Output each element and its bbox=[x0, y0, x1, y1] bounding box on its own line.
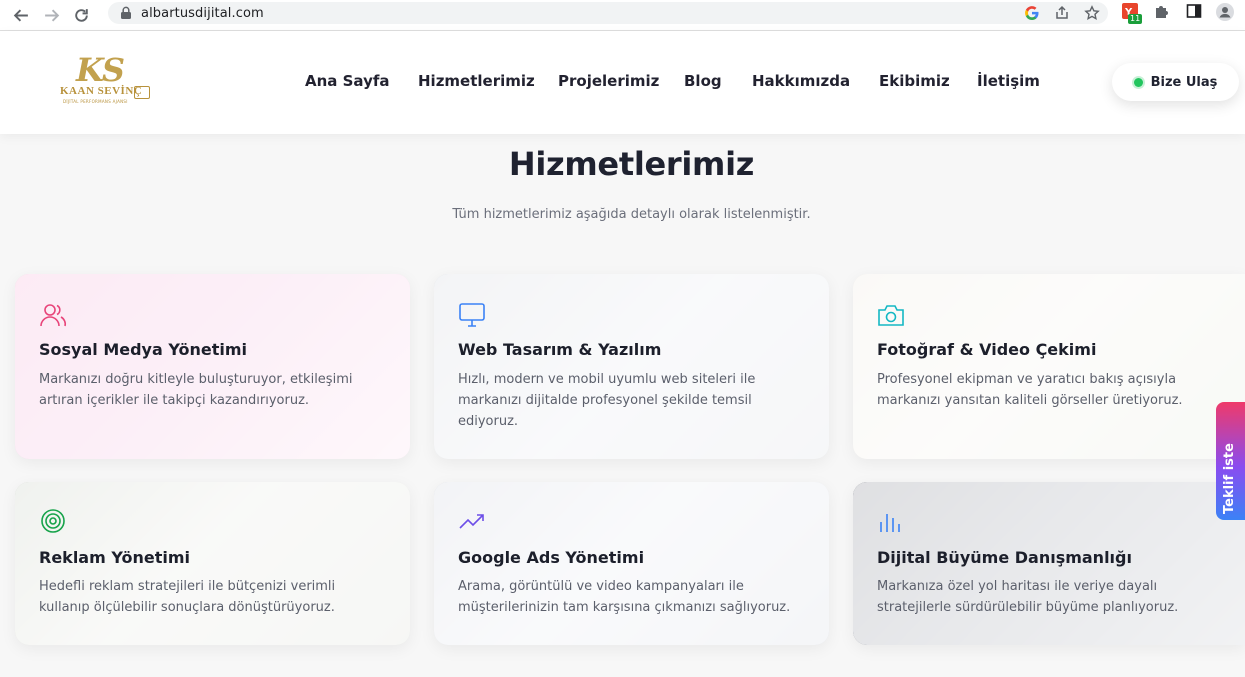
camera-icon bbox=[878, 305, 904, 326]
quote-request-tab[interactable]: Teklif iste bbox=[1216, 402, 1245, 520]
lock-icon bbox=[121, 6, 131, 19]
arrow-right-icon bbox=[44, 9, 59, 21]
service-description: Hızlı, modern ve mobil uyumlu web sitele… bbox=[458, 372, 756, 429]
address-bar[interactable]: albartusdijital.com bbox=[108, 2, 1108, 24]
nav-item-hizmetlerimiz[interactable]: Hizmetlerimiz bbox=[418, 72, 535, 90]
service-description: Arama, görüntülü ve video kampanyaları i… bbox=[458, 579, 791, 615]
service-card-fotograf-video[interactable]: Fotoğraf & Video Çekimi Profesyonel ekip… bbox=[853, 274, 1245, 459]
service-card-reklam[interactable]: Reklam Yönetimi Hedefli reklam stratejil… bbox=[15, 482, 410, 645]
service-title: Dijital Büyüme Danışmanlığı bbox=[877, 548, 1132, 567]
contact-button[interactable]: Bize Ulaş bbox=[1112, 63, 1239, 101]
status-dot-icon bbox=[1133, 77, 1143, 87]
forward-button[interactable] bbox=[38, 2, 64, 28]
service-title: Reklam Yönetimi bbox=[39, 548, 190, 567]
puzzle-icon bbox=[1156, 6, 1168, 18]
star-icon[interactable] bbox=[1084, 5, 1100, 21]
service-description: Hedefli reklam stratejileri ile bütçeniz… bbox=[39, 579, 336, 615]
trending-up-icon bbox=[459, 514, 484, 529]
nav-item-ana-sayfa[interactable]: Ana Sayfa bbox=[305, 72, 390, 90]
service-description: Profesyonel ekipman ve yaratıcı bakış aç… bbox=[877, 372, 1183, 408]
target-icon bbox=[41, 509, 65, 533]
main-nav: Ana Sayfa Hizmetlerimiz Projelerimiz Blo… bbox=[0, 72, 1245, 92]
service-title: Google Ads Yönetimi bbox=[458, 548, 645, 567]
service-card-google-ads[interactable]: Google Ads Yönetimi Arama, görüntülü ve … bbox=[434, 482, 829, 645]
bar-chart-icon bbox=[880, 514, 900, 532]
section-subtitle: Tüm hizmetlerimiz aşağıda detaylı olarak… bbox=[452, 207, 811, 222]
users-icon bbox=[40, 304, 67, 327]
service-title: Sosyal Medya Yönetimi bbox=[39, 340, 247, 359]
nav-item-iletisim[interactable]: İletişim bbox=[977, 72, 1040, 90]
google-icon[interactable] bbox=[1024, 5, 1040, 21]
browser-toolbar: albartusdijital.com Y 11 bbox=[0, 0, 1245, 31]
back-button[interactable] bbox=[8, 2, 34, 28]
service-card-dijital-buyume[interactable]: Dijital Büyüme Danışmanlığı Markanıza öz… bbox=[853, 482, 1245, 645]
side-panel-icon bbox=[1186, 4, 1202, 18]
service-card-web-tasarim[interactable]: Web Tasarım & Yazılım Hızlı, modern ve m… bbox=[434, 274, 829, 459]
logo-tagline: DİJİTAL PERFORMANS AJANSI bbox=[63, 99, 128, 104]
nav-item-ekibimiz[interactable]: Ekibimiz bbox=[879, 72, 950, 90]
section-title: Hizmetlerimiz bbox=[508, 145, 755, 183]
nav-item-projelerimiz[interactable]: Projelerimiz bbox=[558, 72, 659, 90]
nav-item-blog[interactable]: Blog bbox=[684, 72, 722, 90]
avatar-icon bbox=[1216, 3, 1234, 21]
contact-button-label: Bize Ulaş bbox=[1150, 74, 1218, 90]
quote-request-label: Teklif iste bbox=[1222, 443, 1237, 514]
arrow-left-icon bbox=[13, 9, 28, 21]
extension-badge: 11 bbox=[1128, 14, 1143, 24]
nav-item-hakkimizda[interactable]: Hakkımızda bbox=[752, 72, 850, 90]
profile-button[interactable] bbox=[1216, 3, 1234, 21]
service-title: Fotoğraf & Video Çekimi bbox=[877, 340, 1097, 359]
extensions-menu-button[interactable] bbox=[1154, 3, 1170, 19]
monitor-icon bbox=[459, 303, 485, 327]
service-description: Markanızı doğru kitleyle buluşturuyor, e… bbox=[39, 372, 353, 408]
side-panel-button[interactable] bbox=[1186, 3, 1202, 19]
reload-icon bbox=[74, 8, 88, 22]
url-text: albartusdijital.com bbox=[141, 5, 264, 21]
service-description: Markanıza özel yol haritası ile veriye d… bbox=[877, 579, 1179, 615]
reload-button[interactable] bbox=[68, 2, 94, 28]
site-header: KS KAAN SEVİNÇ DİJİTAL PERFORMANS AJANSI… bbox=[0, 31, 1245, 134]
share-icon[interactable] bbox=[1054, 5, 1070, 21]
service-title: Web Tasarım & Yazılım bbox=[458, 340, 662, 359]
extension-button[interactable]: Y 11 bbox=[1122, 3, 1143, 27]
service-card-sosyal-medya[interactable]: Sosyal Medya Yönetimi Markanızı doğru ki… bbox=[15, 274, 410, 459]
